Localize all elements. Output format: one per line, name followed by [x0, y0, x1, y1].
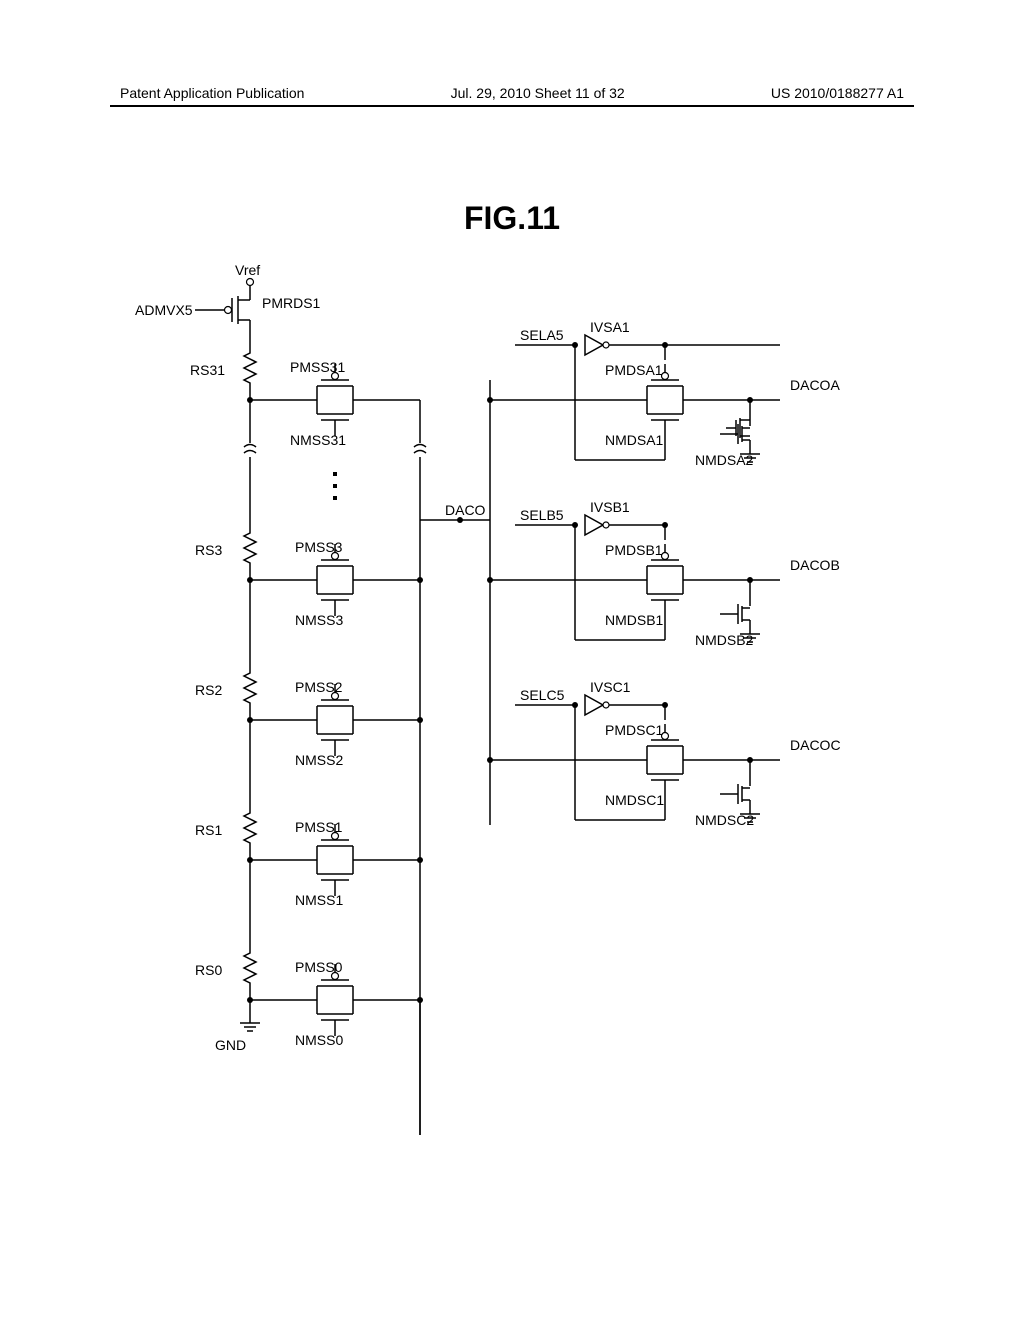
label-nmdsc1: NMDSC1 [605, 792, 664, 808]
label-selb5: SELB5 [520, 507, 564, 523]
label-dacoa: DACOA [790, 377, 840, 393]
circuit-diagram: Vref ADMVX5 PMRDS1 RS31 PMSS31 NMSS31 [100, 260, 920, 1240]
label-pmss2: PMSS2 [295, 679, 343, 695]
label-selc5: SELC5 [520, 687, 565, 703]
label-pmss3: PMSS3 [295, 539, 343, 555]
branch-c: SELC5 IVSC1 PMDSC1 NMDSC1 DACOC [487, 679, 841, 828]
label-nmss2: NMSS2 [295, 752, 343, 768]
label-nmdsa1: NMDSA1 [605, 432, 664, 448]
label-nmss0: NMSS0 [295, 1032, 343, 1048]
label-nmss3: NMSS3 [295, 612, 343, 628]
label-rs3: RS3 [195, 542, 222, 558]
header-rule [110, 105, 914, 107]
label-sela5: SELA5 [520, 327, 564, 343]
label-pmss1: PMSS1 [295, 819, 343, 835]
label-rs31: RS31 [190, 362, 225, 378]
label-nmdsb2: NMDSB2 [695, 632, 754, 648]
label-pmss0: PMSS0 [295, 959, 343, 975]
figure-title: FIG.11 [0, 200, 1024, 237]
label-pmdsc1: PMDSC1 [605, 722, 664, 738]
label-dacoc: DACOC [790, 737, 841, 753]
label-ivsb1: IVSB1 [590, 499, 630, 515]
label-gnd: GND [215, 1037, 246, 1053]
branch-a: SELA5 IVSA1 PMDSA1 NMDSA1 DACOA [490, 319, 840, 468]
label-rs0: RS0 [195, 962, 222, 978]
branch-b: SELB5 IVSB1 PMDSB1 NMDSB1 DACOB [487, 499, 840, 648]
label-nmss31: NMSS31 [290, 432, 346, 448]
label-ivsc1: IVSC1 [590, 679, 631, 695]
label-ivsa1: IVSA1 [590, 319, 630, 335]
label-pmdsb1: PMDSB1 [605, 542, 663, 558]
label-nmdsa2: NMDSA2 [695, 452, 754, 468]
label-admvx5: ADMVX5 [135, 302, 193, 318]
label-pmdsa1: PMDSA1 [605, 362, 663, 378]
header-right: US 2010/0188277 A1 [771, 85, 904, 101]
label-pmss31: PMSS31 [290, 359, 345, 375]
label-nmdsb1: NMDSB1 [605, 612, 664, 628]
label-nmss1: NMSS1 [295, 892, 343, 908]
header-left: Patent Application Publication [120, 85, 304, 101]
label-rs2: RS2 [195, 682, 222, 698]
label-daco: DACO [445, 502, 486, 518]
label-pmrds1: PMRDS1 [262, 295, 321, 311]
header-center: Jul. 29, 2010 Sheet 11 of 32 [451, 85, 625, 101]
label-rs1: RS1 [195, 822, 222, 838]
label-dacob: DACOB [790, 557, 840, 573]
label-nmdsc2: NMDSC2 [695, 812, 754, 828]
label-vref: Vref [235, 262, 260, 278]
